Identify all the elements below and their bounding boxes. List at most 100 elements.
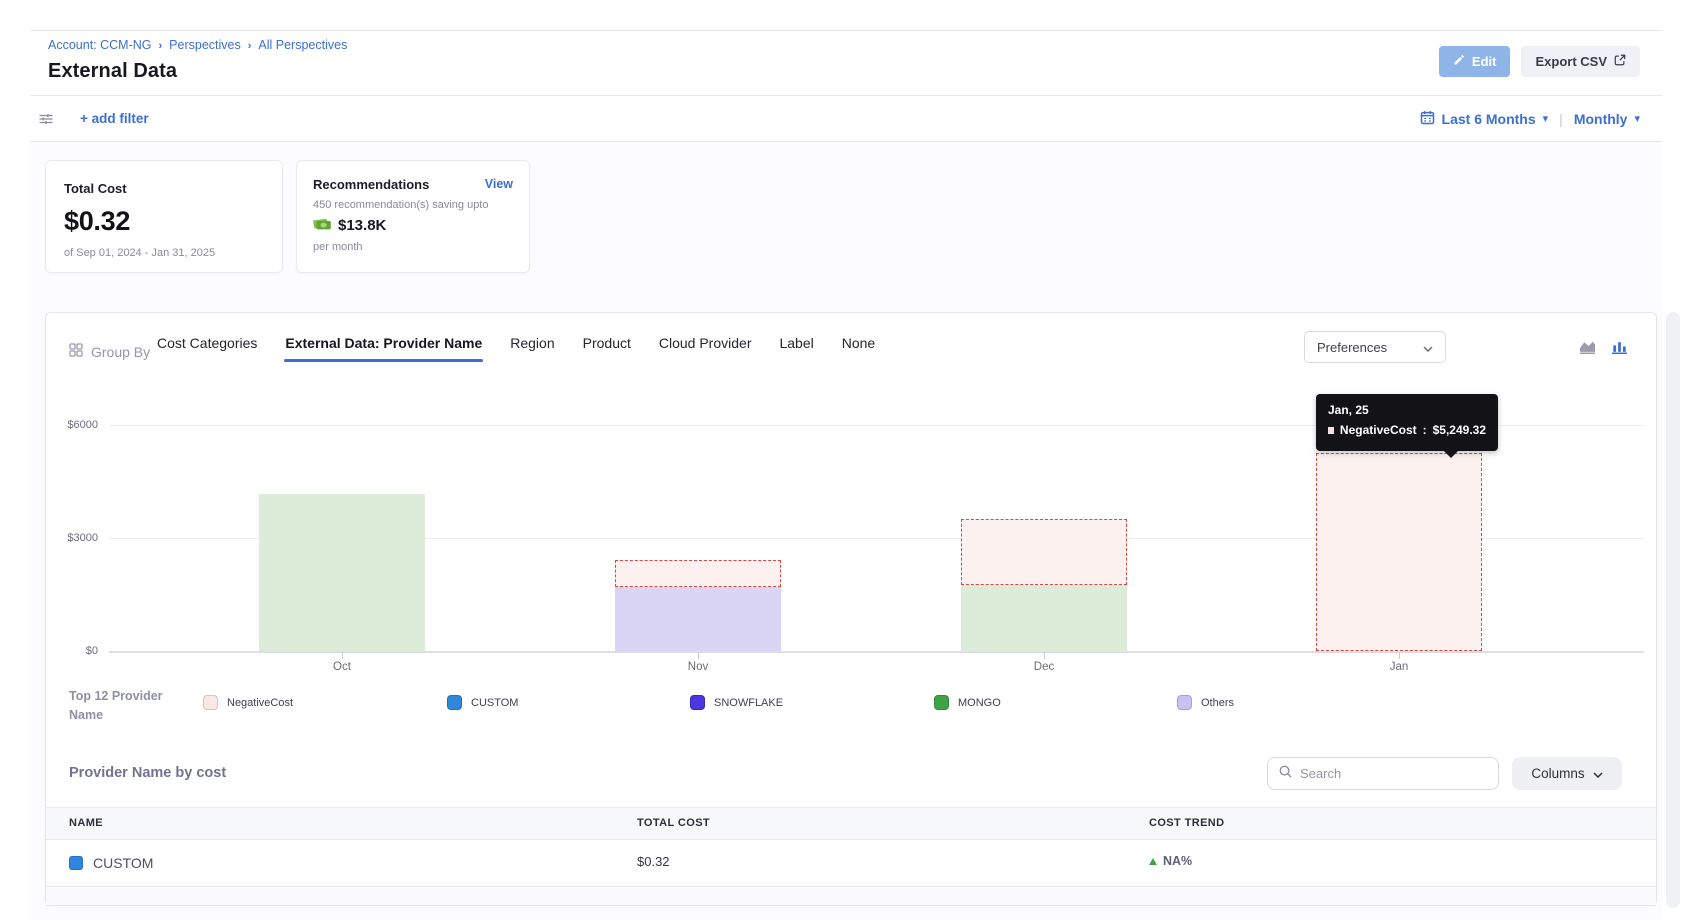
- tab-none[interactable]: None: [841, 327, 876, 362]
- legend-item-label: CUSTOM: [471, 697, 518, 709]
- page: Account: CCM-NG›Perspectives›All Perspec…: [0, 0, 1692, 920]
- legend-item-custom[interactable]: CUSTOM: [447, 695, 518, 710]
- breadcrumb: Account: CCM-NG›Perspectives›All Perspec…: [48, 38, 347, 52]
- cash-stack-icon: [313, 216, 332, 235]
- y-axis-label: $3000: [46, 532, 98, 544]
- legend-item-mongo[interactable]: MONGO: [934, 695, 1001, 710]
- total-cost-card: Total Cost $0.32 of Sep 01, 2024 - Jan 3…: [45, 160, 283, 273]
- breadcrumb-account[interactable]: Account: CCM-NG: [48, 38, 152, 52]
- chart-legend: Top 12 Provider Name NegativeCost CUSTOM S…: [46, 685, 1658, 729]
- column-header-name[interactable]: NAME: [69, 817, 103, 829]
- calendar-icon: [1420, 110, 1435, 128]
- page-header: Account: CCM-NG›Perspectives›All Perspec…: [48, 38, 347, 83]
- tab-region[interactable]: Region: [509, 327, 555, 362]
- header-actions: Edit Export CSV: [1439, 46, 1640, 77]
- view-recommendations-link[interactable]: View: [485, 177, 513, 191]
- chevron-down-icon[interactable]: ▾: [1543, 112, 1549, 125]
- recommendations-savings: $13.8K: [338, 217, 386, 234]
- recommendations-card: Recommendations View 450 recommendation(…: [296, 160, 530, 273]
- row-cost-trend-cell: NA%: [1149, 854, 1192, 868]
- trend-value: NA%: [1163, 854, 1192, 868]
- legend-item-snowflake[interactable]: SNOWFLAKE: [690, 695, 783, 710]
- group-by-label-wrap: Group By: [69, 343, 150, 360]
- top-divider: [30, 30, 1662, 31]
- table-search: [1267, 757, 1499, 790]
- x-axis-label: Nov: [658, 661, 738, 673]
- bar-jan-negativecost[interactable]: [1316, 453, 1482, 651]
- legend-title: Top 12 Provider Name: [69, 687, 173, 726]
- x-axis-label: Jan: [1359, 661, 1439, 673]
- tab-cost-categories[interactable]: Cost Categories: [156, 327, 258, 362]
- y-axis-label: $6000: [46, 419, 98, 431]
- breadcrumb-perspectives[interactable]: Perspectives: [169, 38, 241, 52]
- bar-nov-negativecost[interactable]: [615, 560, 781, 587]
- chart-type-toggle: [1578, 339, 1629, 354]
- group-by-tabs: Cost Categories External Data: Provider N…: [156, 327, 876, 362]
- tab-cloud-provider[interactable]: Cloud Provider: [658, 327, 753, 362]
- granularity-dropdown[interactable]: Monthly: [1574, 111, 1628, 127]
- bar-nov-others[interactable]: [615, 587, 781, 651]
- time-controls: Last 6 Months ▾ | Monthly ▾: [1420, 110, 1640, 128]
- area-chart-icon[interactable]: [1578, 339, 1597, 354]
- external-link-icon: [1614, 54, 1626, 69]
- export-csv-button[interactable]: Export CSV: [1521, 46, 1640, 77]
- chart-tooltip: Jan, 25 NegativeCost : $5,249.32: [1316, 394, 1498, 451]
- columns-dropdown[interactable]: Columns: [1512, 757, 1622, 790]
- grid-icon: [69, 343, 83, 360]
- table-title: Provider Name by cost: [69, 765, 226, 781]
- negativecost-swatch-icon: [203, 695, 218, 710]
- total-cost-value: $0.32: [64, 206, 264, 237]
- search-input[interactable]: [1300, 766, 1488, 781]
- search-icon: [1278, 764, 1293, 784]
- legend-item-negativecost[interactable]: NegativeCost: [203, 695, 293, 710]
- total-cost-title: Total Cost: [64, 181, 264, 196]
- chevron-down-icon: [1423, 340, 1433, 355]
- filter-sliders-icon[interactable]: [38, 111, 54, 127]
- custom-swatch-icon: [69, 856, 83, 870]
- edit-button[interactable]: Edit: [1439, 46, 1511, 77]
- series-marker-icon: [1328, 427, 1334, 434]
- tab-product[interactable]: Product: [582, 327, 632, 362]
- legend-item-label: MONGO: [958, 697, 1001, 709]
- tooltip-line: NegativeCost : $5,249.32: [1328, 423, 1486, 437]
- bar-oct-mongo[interactable]: [259, 494, 425, 651]
- group-by-label: Group By: [91, 344, 150, 360]
- time-range-dropdown[interactable]: Last 6 Months: [1442, 111, 1536, 127]
- breadcrumb-all-perspectives[interactable]: All Perspectives: [258, 38, 347, 52]
- column-header-total-cost[interactable]: TOTAL COST: [637, 817, 710, 829]
- page-title: External Data: [48, 60, 347, 83]
- recommendations-title: Recommendations: [313, 177, 513, 192]
- mongo-swatch-icon: [934, 695, 949, 710]
- cost-chart: Jan, 25 NegativeCost : $5,249.32 $0$3000…: [46, 373, 1658, 683]
- row-name-cell: CUSTOM: [69, 855, 153, 871]
- chevron-right-icon: ›: [241, 40, 259, 52]
- tooltip-title: Jan, 25: [1328, 403, 1486, 417]
- tooltip-arrow: [1444, 451, 1458, 458]
- add-filter-button[interactable]: + add filter: [80, 111, 149, 126]
- columns-label: Columns: [1531, 766, 1584, 781]
- x-axis-label: Dec: [1004, 661, 1084, 673]
- export-csv-label: Export CSV: [1535, 54, 1607, 69]
- table-bottom-strip: [46, 887, 1656, 906]
- chevron-down-icon[interactable]: ▾: [1634, 112, 1640, 125]
- recommendations-subtitle: 450 recommendation(s) saving upto: [313, 199, 513, 211]
- x-axis-tick: [1399, 652, 1400, 659]
- edit-button-label: Edit: [1472, 54, 1497, 69]
- bar-dec-mongo[interactable]: [961, 585, 1127, 651]
- bar-dec-negativecost[interactable]: [961, 519, 1127, 585]
- x-axis-tick: [698, 652, 699, 659]
- vertical-scrollbar[interactable]: [1666, 312, 1680, 908]
- row-total-cost-cell: $0.32: [637, 854, 670, 869]
- column-header-cost-trend[interactable]: COST TREND: [1149, 817, 1225, 829]
- legend-item-label: NegativeCost: [227, 697, 293, 709]
- x-axis-line: [109, 651, 1644, 653]
- legend-item-others[interactable]: Others: [1177, 695, 1234, 710]
- custom-swatch-icon: [447, 695, 462, 710]
- table-row-custom[interactable]: CUSTOM $0.32 NA%: [46, 840, 1656, 887]
- tab-external-data-provider-name[interactable]: External Data: Provider Name: [284, 327, 483, 362]
- chevron-down-icon: [1593, 766, 1603, 781]
- legend-item-label: SNOWFLAKE: [714, 697, 783, 709]
- bar-chart-icon[interactable]: [1610, 339, 1629, 354]
- preferences-dropdown[interactable]: Preferences: [1304, 331, 1446, 363]
- tab-label[interactable]: Label: [778, 327, 814, 362]
